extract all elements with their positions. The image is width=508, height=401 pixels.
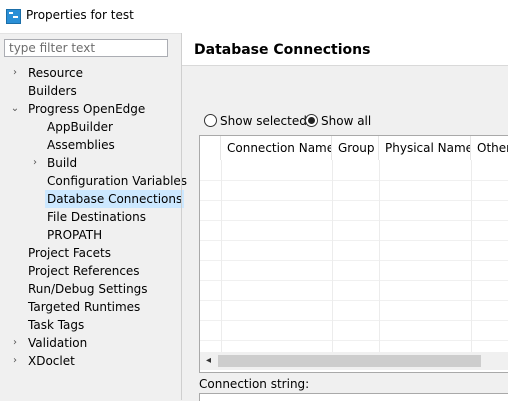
table-grid <box>200 160 508 352</box>
tree-item-label: Builders <box>28 84 77 98</box>
connections-table[interactable]: Connection Name Group Physical Name Othe… <box>199 135 508 373</box>
tree-item-label: XDoclet <box>28 354 75 368</box>
tree-item-label: Project References <box>28 264 140 278</box>
tree-item-label: Progress OpenEdge <box>28 102 146 116</box>
column-header-blank[interactable] <box>200 136 221 160</box>
tree-item-label: File Destinations <box>47 210 147 224</box>
column-header-physical-name[interactable]: Physical Name <box>379 136 471 160</box>
chevron-down-icon[interactable]: ⌄ <box>10 100 20 118</box>
grid-line <box>200 320 508 321</box>
tree-item-label: Resource <box>28 66 84 80</box>
radio-label: Show all <box>321 114 372 128</box>
tree-item-label: Build <box>47 156 78 170</box>
tree-item-label: PROPATH <box>47 228 103 242</box>
filter-input[interactable] <box>4 39 168 57</box>
tree-item-label: Database Connections <box>45 190 185 208</box>
radio-label: Show selected <box>220 114 307 128</box>
table-header-row: Connection Name Group Physical Name Othe… <box>200 136 508 160</box>
panel-header: Database Connections <box>182 33 508 66</box>
tree-item-label: Targeted Runtimes <box>28 300 141 314</box>
tree-item-label: Run/Debug Settings <box>28 282 148 296</box>
tree-item-label: Validation <box>28 336 88 350</box>
app-icon <box>6 9 21 24</box>
panel-title: Database Connections <box>194 42 371 58</box>
chevron-right-icon[interactable]: › <box>30 154 40 172</box>
tree-item-label: Task Tags <box>28 318 85 332</box>
tree-item-label: Configuration Variables <box>47 174 188 188</box>
chevron-right-icon[interactable]: › <box>10 352 20 370</box>
grid-line <box>200 340 508 341</box>
column-header-group[interactable]: Group <box>332 136 379 160</box>
grid-line <box>200 240 508 241</box>
connection-string-label: Connection string: <box>199 377 310 391</box>
grid-line <box>200 300 508 301</box>
grid-line <box>200 220 508 221</box>
scroll-left-arrow-icon[interactable]: ◂ <box>200 352 217 370</box>
grid-line <box>200 200 508 201</box>
scrollbar-thumb[interactable] <box>218 355 481 367</box>
title-bar: Properties for test <box>0 0 508 34</box>
chevron-right-icon[interactable]: › <box>10 64 20 82</box>
tree-item-label: Project Facets <box>28 246 111 260</box>
tree-item-label: Assemblies <box>47 138 115 152</box>
chevron-right-icon[interactable]: › <box>10 334 20 352</box>
grid-line <box>332 160 333 352</box>
grid-line <box>200 260 508 261</box>
grid-line <box>221 160 222 352</box>
grid-line <box>200 180 508 181</box>
radio-circle-icon <box>204 114 217 127</box>
pane-divider[interactable] <box>181 33 182 400</box>
column-header-connection-name[interactable]: Connection Name <box>221 136 332 160</box>
radio-circle-icon <box>305 114 318 127</box>
window-title: Properties for test <box>26 8 134 22</box>
grid-line <box>471 160 472 352</box>
tree-item-label: AppBuilder <box>47 120 113 134</box>
grid-line <box>200 280 508 281</box>
grid-line <box>379 160 380 352</box>
horizontal-scrollbar[interactable]: ◂ <box>200 352 508 370</box>
column-header-other[interactable]: Other <box>471 136 508 160</box>
